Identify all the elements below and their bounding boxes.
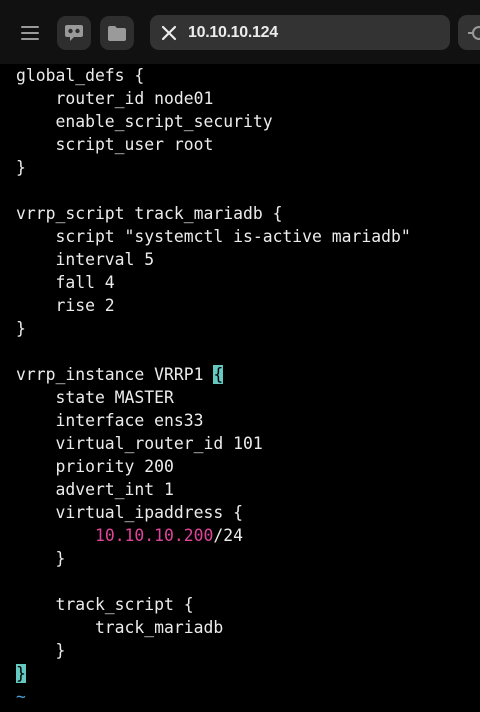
code-line: 10.10.10.200/24 <box>16 524 476 547</box>
ip-address: 10.10.10.200 <box>94 526 214 545</box>
ip-suffix: /24 <box>213 526 243 545</box>
code-line: } <box>16 158 26 177</box>
cursor-bracket: } <box>16 664 26 683</box>
code-line: fall 4 <box>16 273 115 292</box>
code-line: script_user root <box>16 135 214 154</box>
code-line: virtual_ipaddress { <box>16 503 243 522</box>
code-line: } <box>16 662 476 685</box>
code-line: interval 5 <box>16 250 155 269</box>
code-line: priority 200 <box>16 457 174 476</box>
address-text: 10.10.10.124 <box>188 24 278 41</box>
empty-line-marker: ~ <box>16 687 26 706</box>
code-line: track_mariadb <box>16 618 224 637</box>
code-line: rise 2 <box>16 296 115 315</box>
side-tab[interactable] <box>458 15 480 50</box>
chat-button[interactable] <box>57 16 91 50</box>
address-tab[interactable]: 10.10.10.124 <box>150 15 450 50</box>
code-line: vrrp_script track_mariadb { <box>16 204 283 223</box>
code-line: advert_int 1 <box>16 480 174 499</box>
code-line: } <box>16 549 66 568</box>
code-editor[interactable]: global_defs { router_id node01 enable_sc… <box>16 64 476 708</box>
code-line: enable_script_security <box>16 112 273 131</box>
code-line: } <box>16 319 26 338</box>
code-line: } <box>16 641 66 660</box>
code-line: router_id node01 <box>16 89 214 108</box>
menu-button[interactable] <box>13 16 47 50</box>
menu-icon <box>21 26 39 40</box>
code-line: vrrp_instance VRRP1 { <box>16 363 476 386</box>
code-line: script "systemctl is-active mariadb" <box>16 227 411 246</box>
code-line: virtual_router_id 101 <box>16 434 263 453</box>
matched-bracket: { <box>213 365 224 384</box>
folder-icon <box>108 25 126 41</box>
code-line: global_defs { <box>16 66 145 85</box>
code-line: state MASTER <box>16 388 174 407</box>
network-icon <box>468 26 480 40</box>
chat-bubble-icon <box>65 25 83 41</box>
code-line: track_script { <box>16 595 194 614</box>
close-icon[interactable] <box>159 23 179 43</box>
folder-button[interactable] <box>100 16 134 50</box>
code-text: vrrp_instance VRRP1 <box>16 365 214 384</box>
toolbar: 10.10.10.124 <box>0 0 480 64</box>
code-line: interface ens33 <box>16 411 204 430</box>
